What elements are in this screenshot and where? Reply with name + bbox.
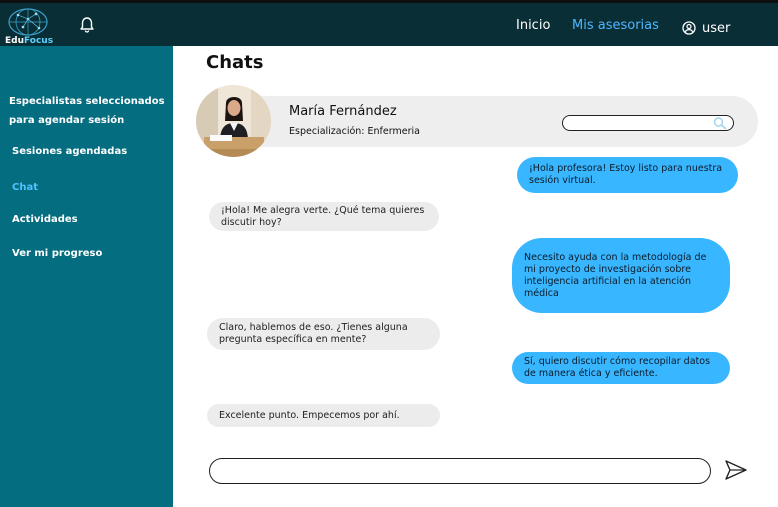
sidebar-item-sesiones-agendadas[interactable]: Sesiones agendadas	[12, 146, 127, 157]
brand-name: EduFocus	[5, 36, 53, 46]
user-label: user	[702, 20, 731, 36]
sidebar: Especialistas seleccionados para agendar…	[0, 46, 173, 507]
avatar-photo	[196, 85, 271, 157]
search-icon[interactable]	[712, 116, 728, 130]
user-menu[interactable]: user	[682, 19, 730, 37]
edufocus-logo[interactable]: EduFocus	[2, 7, 56, 49]
contact-name: María Fernández	[289, 104, 397, 119]
nav-inicio-link[interactable]: Inicio	[516, 18, 550, 33]
contact-specialization: Especialización: Enfermeria	[289, 126, 420, 137]
sidebar-item-chat[interactable]: Chat	[12, 182, 38, 193]
sidebar-heading[interactable]: Especialistas seleccionados para agendar…	[9, 92, 169, 130]
message-bubble-outgoing: Sí, quiero discutir cómo recopilar datos…	[512, 352, 730, 384]
user-circle-icon	[682, 21, 696, 35]
brand-part-focus: Focus	[24, 36, 54, 46]
top-navbar: EduFocus Inicio Mis asesorias user	[0, 0, 778, 46]
message-bubble-incoming: ¡Hola! Me alegra verte. ¿Qué tema quiere…	[209, 202, 439, 231]
sidebar-item-actividades[interactable]: Actividades	[12, 214, 78, 225]
avatar[interactable]	[196, 85, 271, 157]
message-bubble-incoming: Excelente punto. Empecemos por ahí.	[207, 404, 440, 427]
brand-part-edu: Edu	[5, 36, 24, 46]
bell-icon[interactable]	[79, 16, 95, 34]
nav-mis-asesorias-link[interactable]: Mis asesorias	[572, 18, 659, 33]
send-icon[interactable]	[724, 458, 748, 482]
message-bubble-incoming: Claro, hablemos de eso. ¿Tienes alguna p…	[207, 318, 440, 350]
brain-network-logo	[8, 8, 48, 36]
sidebar-item-ver-mi-progreso[interactable]: Ver mi progreso	[12, 248, 102, 259]
message-bubble-outgoing: Necesito ayuda con la metodología de mi …	[512, 238, 730, 313]
page-title: Chats	[206, 52, 264, 73]
message-bubble-outgoing: ¡Hola profesora! Estoy listo para nuestr…	[517, 157, 738, 193]
specialization-label: Especialización:	[289, 126, 368, 137]
message-input[interactable]	[209, 458, 711, 484]
search-input[interactable]	[562, 115, 734, 131]
specialization-value: Enfermeria	[367, 126, 420, 137]
